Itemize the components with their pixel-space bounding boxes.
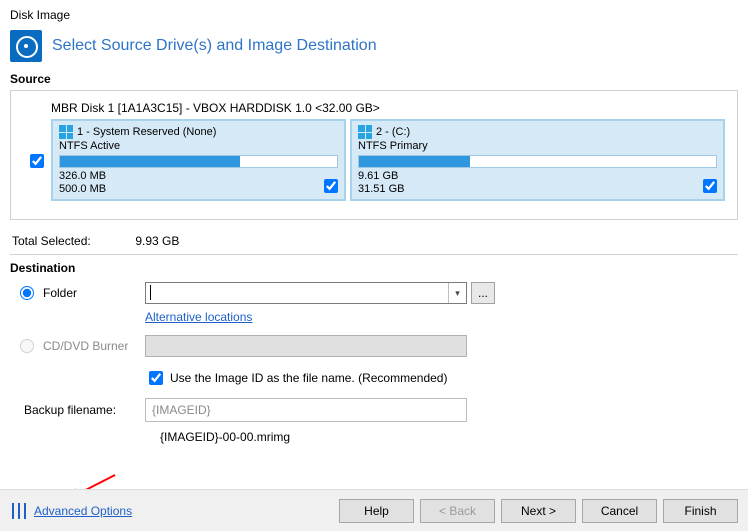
partition-1[interactable]: 1 - System Reserved (None) NTFS Active 3… [51, 119, 346, 201]
windows-icon [358, 125, 372, 139]
cd-radio-label: CD/DVD Burner [43, 339, 128, 353]
sliders-icon [10, 502, 28, 520]
backup-filename-input[interactable] [145, 398, 467, 422]
partition-total: 31.51 GB [358, 183, 717, 196]
source-label: Source [0, 72, 748, 90]
backup-filename-label: Backup filename: [24, 403, 116, 417]
disk-label: MBR Disk 1 [1A1A3C15] - VBOX HARDDISK 1.… [51, 101, 727, 119]
partition-usage-bar [358, 155, 717, 168]
cancel-button[interactable]: Cancel [582, 499, 657, 523]
total-selected-label: Total Selected: [12, 234, 132, 248]
divider [10, 254, 738, 255]
folder-radio-label[interactable]: Folder [43, 286, 77, 300]
partition-2[interactable]: 2 - (C:) NTFS Primary 9.61 GB 31.51 GB [350, 119, 725, 201]
help-button[interactable]: Help [339, 499, 414, 523]
advanced-options-link[interactable]: Advanced Options [10, 502, 132, 520]
partition-checkbox[interactable] [703, 179, 717, 193]
back-button: < Back [420, 499, 495, 523]
folder-input[interactable] [146, 283, 448, 303]
finish-button[interactable]: Finish [663, 499, 738, 523]
header: Select Source Drive(s) and Image Destina… [0, 26, 748, 72]
partition-sub: NTFS Primary [358, 140, 717, 152]
partition-title: 1 - System Reserved (None) [77, 126, 216, 138]
use-imageid-label[interactable]: Use the Image ID as the file name. (Reco… [170, 371, 447, 385]
folder-combo[interactable]: ▾ [145, 282, 467, 304]
destination-label: Destination [10, 261, 738, 279]
alternative-locations-link[interactable]: Alternative locations [10, 310, 738, 324]
chevron-down-icon[interactable]: ▾ [448, 283, 466, 303]
cd-select [145, 335, 467, 357]
advanced-options-label: Advanced Options [34, 504, 132, 518]
partition-checkbox[interactable] [324, 179, 338, 193]
page-title: Select Source Drive(s) and Image Destina… [52, 37, 377, 55]
folder-radio[interactable] [20, 286, 34, 300]
total-selected-value: 9.93 GB [135, 234, 179, 248]
partition-title: 2 - (C:) [376, 126, 410, 138]
filename-preview: {IMAGEID}-00-00.mrimg [10, 424, 738, 444]
use-imageid-checkbox[interactable] [149, 371, 163, 385]
partition-sub: NTFS Active [59, 140, 338, 152]
total-selected-row: Total Selected: 9.93 GB [0, 220, 748, 254]
footer: Advanced Options Help < Back Next > Canc… [0, 489, 748, 531]
partition-total: 500.0 MB [59, 183, 338, 196]
source-panel: MBR Disk 1 [1A1A3C15] - VBOX HARDDISK 1.… [10, 90, 738, 220]
windows-icon [59, 125, 73, 139]
window-title: Disk Image [0, 0, 748, 26]
partition-used: 326.0 MB [59, 170, 338, 183]
disk-checkbox[interactable] [30, 154, 44, 168]
disk-checkbox-wrap [21, 101, 51, 171]
partition-used: 9.61 GB [358, 170, 717, 183]
browse-button[interactable]: ... [471, 282, 495, 304]
disk-image-icon [10, 30, 42, 62]
partition-usage-bar [59, 155, 338, 168]
cd-radio [20, 339, 34, 353]
disk-row: MBR Disk 1 [1A1A3C15] - VBOX HARDDISK 1.… [21, 101, 727, 201]
next-button[interactable]: Next > [501, 499, 576, 523]
